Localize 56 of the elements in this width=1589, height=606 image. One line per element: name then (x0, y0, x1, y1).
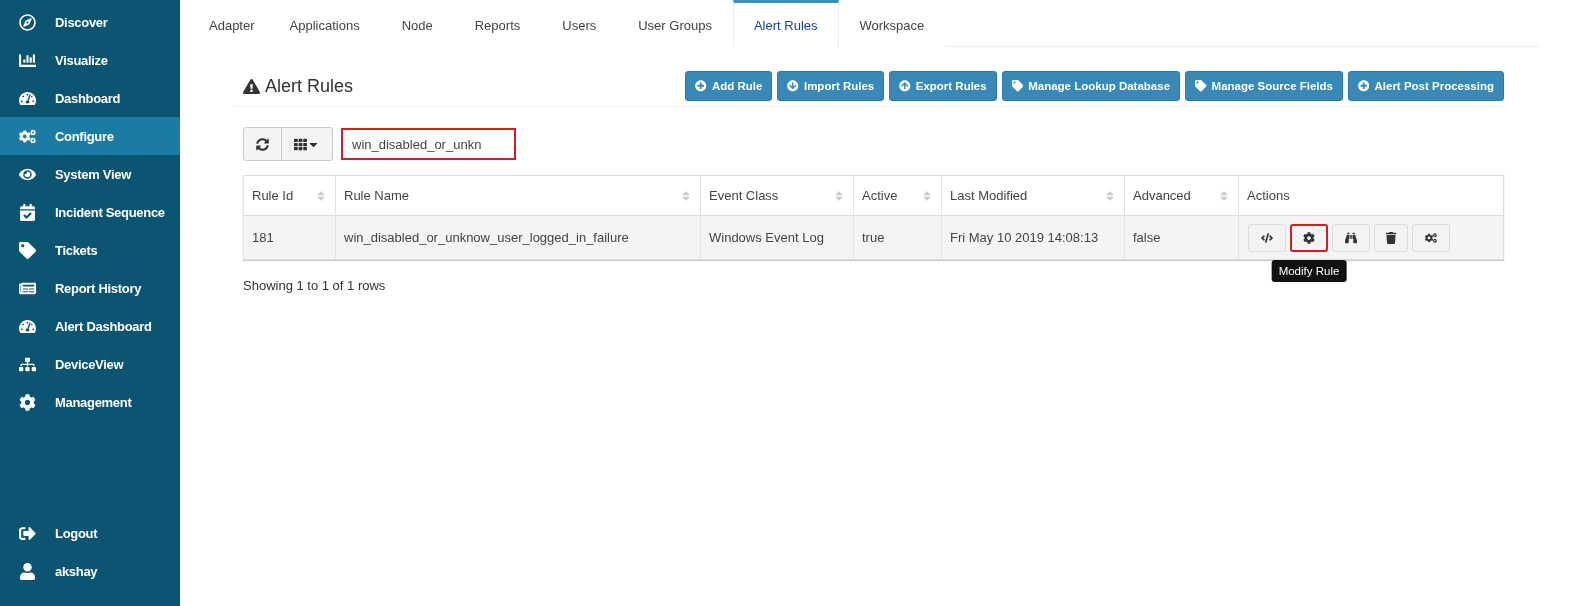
search-field[interactable]: win_disabled_or_unkn (341, 128, 516, 160)
table-cell: true (853, 215, 942, 260)
tab[interactable]: Alert Rules (732, 0, 839, 47)
download-icon (787, 80, 799, 92)
gauge-icon (17, 317, 37, 335)
pagination-info: Showing 1 to 1 of 1 rows (243, 278, 387, 293)
refresh-icon (256, 137, 269, 151)
logout-icon (17, 524, 37, 542)
table-cell: win_disabled_or_unknow_user_logged_in_failure (335, 215, 701, 260)
toolbar-button[interactable]: Manage Source Fields (1185, 71, 1343, 101)
gears-icon (17, 127, 37, 145)
binoculars-icon (1345, 231, 1357, 244)
sidebar-item[interactable]: Tickets (0, 231, 180, 269)
tag-icon (17, 241, 37, 259)
toolbar-button[interactable]: Add Rule (685, 71, 773, 101)
sidebar-item[interactable]: Logout (0, 514, 180, 552)
sitemap-icon (17, 355, 37, 373)
sidebar-item[interactable]: Alert Dashboard (0, 307, 180, 345)
gauge-icon (17, 89, 37, 107)
sidebar-item[interactable]: Report History (0, 269, 180, 307)
calendar-icon (17, 203, 37, 221)
toolbar-button[interactable]: Export Rules (889, 71, 997, 101)
sidebar-item[interactable]: Configure (0, 117, 180, 155)
columns-button[interactable] (282, 127, 333, 161)
page-title: Alert Rules (265, 75, 354, 97)
action-button[interactable] (1290, 223, 1328, 252)
settings-icon (1303, 231, 1315, 244)
sidebar-item[interactable]: Dashboard (0, 79, 180, 117)
toolbar-button[interactable]: Import Rules (777, 71, 885, 101)
refresh-button[interactable] (243, 127, 282, 161)
table-cell: Fri May 10 2019 14:08:13 (941, 215, 1125, 260)
sidebar-item[interactable]: Incident Sequence (0, 193, 180, 231)
sidebar-item[interactable]: Discover (0, 3, 180, 41)
tag-icon (1011, 80, 1024, 92)
tooltip: Modify Rule (1271, 259, 1347, 282)
table-cell: Windows Event Log (700, 215, 854, 260)
sidebar-item[interactable]: System View (0, 155, 180, 193)
user-icon (17, 562, 37, 580)
grid-icon (294, 137, 307, 151)
upload-icon (899, 80, 911, 92)
settings-icon (17, 393, 37, 411)
trash-icon (1385, 231, 1397, 244)
warning-icon (243, 77, 260, 95)
sidebar-item[interactable]: Management (0, 383, 180, 421)
tag-icon (1195, 80, 1207, 92)
sidebar-item[interactable]: Visualize (0, 41, 180, 79)
bar-chart-icon (17, 51, 37, 69)
compass-icon (17, 13, 37, 31)
toolbar-button[interactable]: Manage Lookup Database (1001, 71, 1181, 101)
gears-icon (1425, 231, 1437, 244)
toolbar-button[interactable]: Alert Post Processing (1348, 71, 1504, 101)
table-cell: 181 (243, 215, 336, 260)
code-icon (1261, 231, 1273, 244)
sidebar-item[interactable]: akshay (0, 552, 180, 590)
sidebar-item[interactable]: DeviceView (0, 345, 180, 383)
table-cell: false (1124, 215, 1239, 260)
